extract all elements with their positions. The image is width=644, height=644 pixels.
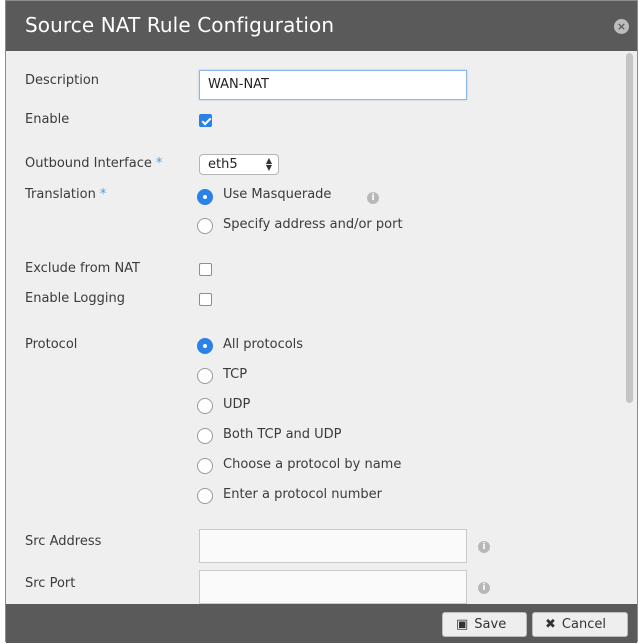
description-label: Description [25, 73, 100, 88]
required-mark: * [155, 156, 163, 171]
udp-label: UDP [223, 397, 251, 412]
cancel-button[interactable]: ✖ Cancel [532, 612, 628, 637]
dialog-title: Source NAT Rule Configuration [25, 13, 335, 37]
all-protocols-label: All protocols [223, 337, 304, 352]
outbound-interface-label: Outbound Interface * [25, 156, 162, 171]
enable-logging-label: Enable Logging [25, 291, 125, 306]
radio-both-tcp-udp[interactable] [197, 428, 213, 444]
enable-label: Enable [25, 112, 70, 127]
outbound-interface-select[interactable]: eth5 ▲ ▼ [199, 154, 279, 175]
radio-use-masquerade[interactable] [197, 189, 213, 205]
src-address-input[interactable] [199, 529, 467, 563]
scrollbar-thumb[interactable] [626, 53, 633, 403]
save-icon: ▣ [456, 617, 469, 632]
both-tcp-udp-label: Both TCP and UDP [223, 427, 342, 442]
src-address-label: Src Address [25, 534, 102, 549]
save-button-label: Save [474, 617, 507, 632]
translation-label: Translation * [25, 187, 106, 202]
protocol-label: Protocol [25, 337, 78, 352]
source-nat-dialog: Source NAT Rule Configuration × Descript… [5, 0, 638, 643]
radio-specify-address-port[interactable] [197, 218, 213, 234]
src-port-label: Src Port [25, 576, 76, 591]
protocol-number-label: Enter a protocol number [223, 487, 383, 502]
radio-protocol-number[interactable] [197, 488, 213, 504]
info-icon[interactable]: i [478, 541, 490, 553]
dialog-footer: ▣ Save ✖ Cancel [6, 604, 637, 643]
save-button[interactable]: ▣ Save [442, 612, 527, 637]
cancel-button-label: Cancel [561, 617, 606, 632]
exclude-from-nat-label: Exclude from NAT [25, 261, 140, 276]
tcp-label: TCP [223, 367, 248, 382]
dialog-body: Description WAN-NAT Enable Outbound Inte… [6, 51, 637, 604]
updown-arrows-icon: ▲ ▼ [265, 156, 272, 172]
radio-all-protocols[interactable] [197, 338, 213, 354]
info-icon[interactable]: i [478, 582, 490, 594]
radio-protocol-by-name[interactable] [197, 458, 213, 474]
outbound-interface-value: eth5 [208, 157, 238, 172]
use-masquerade-label: Use Masquerade [223, 187, 332, 202]
radio-tcp[interactable] [197, 368, 213, 384]
enable-logging-checkbox[interactable] [199, 293, 212, 306]
enable-checkbox[interactable] [199, 114, 212, 127]
close-icon[interactable]: × [614, 19, 629, 34]
protocol-by-name-label: Choose a protocol by name [223, 457, 402, 472]
required-mark: * [99, 187, 107, 202]
outbound-interface-label-text: Outbound Interface [25, 156, 152, 171]
description-input[interactable]: WAN-NAT [199, 70, 467, 100]
exclude-from-nat-checkbox[interactable] [199, 263, 212, 276]
specify-address-port-label: Specify address and/or port [223, 217, 403, 232]
x-icon: ✖ [545, 617, 556, 632]
src-port-input[interactable] [199, 570, 467, 604]
radio-udp[interactable] [197, 398, 213, 414]
translation-label-text: Translation [25, 187, 96, 202]
dialog-titlebar: Source NAT Rule Configuration × [6, 1, 637, 51]
info-icon[interactable]: i [367, 192, 379, 204]
